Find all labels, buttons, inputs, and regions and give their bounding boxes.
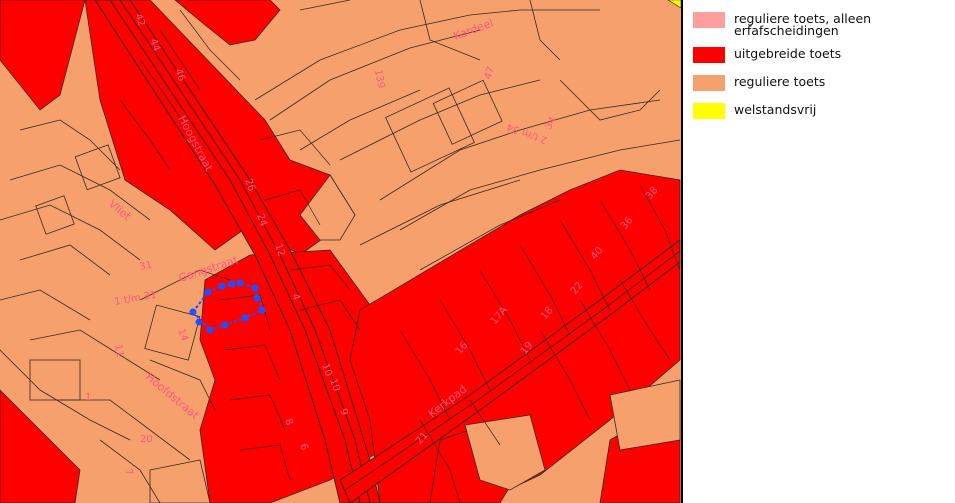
legend-label: uitgebreide toets bbox=[734, 46, 842, 61]
legend-swatch bbox=[693, 12, 725, 28]
legend-swatch bbox=[693, 47, 725, 63]
legend-swatch bbox=[693, 103, 725, 119]
legend-panel: reguliere toets, alleen erfafscheidingen… bbox=[683, 0, 955, 503]
map-view[interactable]: Kardeel Hoogstraat Gangstraat Hoofdstraa… bbox=[0, 0, 681, 503]
legend-item-reguliere: reguliere toets bbox=[693, 73, 934, 91]
house-number: 20 bbox=[140, 434, 153, 445]
legend-label: reguliere toets, alleen erfafscheidingen bbox=[734, 11, 872, 38]
legend-item-welstandsvrij: welstandsvrij bbox=[693, 101, 934, 119]
house-number: 31 bbox=[139, 260, 153, 273]
legend-item-uitgebreide: uitgebreide toets bbox=[693, 45, 934, 63]
legend-item-reguliere-erfafscheidingen: reguliere toets, alleen erfafscheidingen bbox=[693, 10, 934, 37]
house-number: 1 bbox=[85, 392, 91, 403]
legend-label: reguliere toets bbox=[734, 74, 826, 89]
map-canvas: Kardeel Hoogstraat Gangstraat Hoofdstraa… bbox=[0, 0, 681, 503]
legend-swatch bbox=[693, 75, 725, 91]
legend-label: welstandsvrij bbox=[734, 102, 817, 117]
house-number: 11 bbox=[112, 344, 125, 358]
